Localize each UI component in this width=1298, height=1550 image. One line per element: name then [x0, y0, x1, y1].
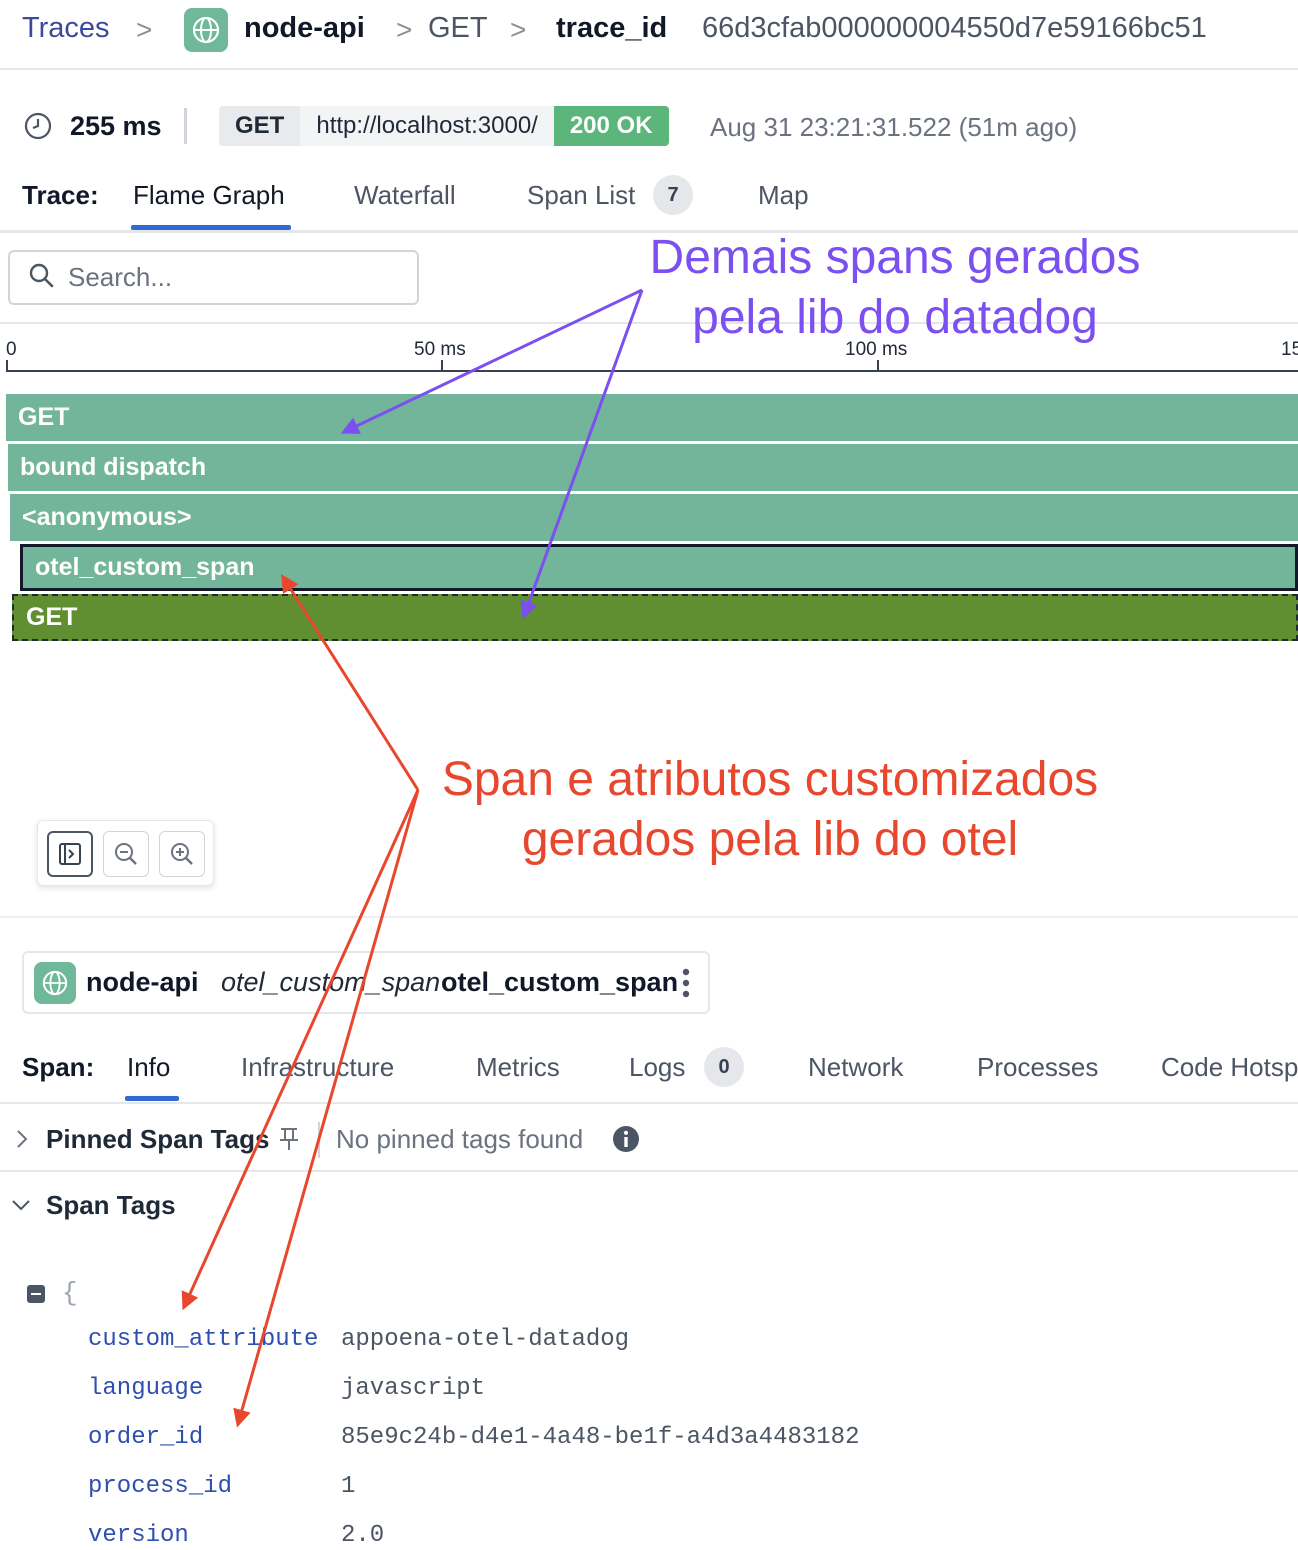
span-bar-get[interactable]: GET — [6, 394, 1298, 441]
divider — [0, 1170, 1298, 1172]
active-tab-indicator — [125, 1096, 179, 1101]
span-operation-name: otel_custom_span — [441, 967, 679, 997]
clock-icon — [24, 112, 52, 145]
tag-value[interactable]: appoena-otel-datadog — [341, 1326, 629, 1353]
breadcrumb-traces-link[interactable]: Traces — [22, 12, 110, 45]
globe-icon — [184, 8, 228, 52]
logs-count-badge: 0 — [704, 1047, 744, 1087]
span-header-card: node-api otel_custom_span otel_custom_sp… — [22, 951, 710, 1014]
span-service-name: node-api — [86, 967, 199, 997]
span-bar-anonymous[interactable]: <anonymous> — [10, 494, 1298, 541]
status-badge: 200 OK — [553, 106, 669, 146]
pin-icon — [278, 1126, 300, 1157]
span-bar-otel-custom-span[interactable]: otel_custom_span — [20, 544, 1298, 591]
breadcrumb-trace-id: 66d3cfab000000004550d7e59166bc51 — [702, 12, 1207, 44]
tab-info[interactable]: Info — [127, 1052, 170, 1083]
request-url: http://localhost:3000/ — [300, 106, 554, 146]
breadcrumb-trace-id-label: trace_id — [556, 12, 668, 44]
tag-value[interactable]: 1 — [341, 1473, 355, 1500]
panel-expand-icon — [59, 843, 81, 865]
chevron-down-icon[interactable] — [10, 1196, 32, 1219]
tab-code-hotspots[interactable]: Code Hotsp — [1161, 1052, 1298, 1083]
tab-span-list[interactable]: Span List — [527, 180, 635, 211]
chevron-right-icon: > — [136, 14, 153, 45]
divider — [184, 108, 187, 144]
timeline-tick-label: 50 ms — [414, 339, 466, 360]
divider — [318, 1122, 320, 1158]
tag-key[interactable]: order_id — [88, 1424, 203, 1451]
timeline-tick-label: 0 — [6, 339, 17, 360]
trace-timestamp: Aug 31 23:21:31.522 (51m ago) — [710, 112, 1078, 142]
tag-value[interactable]: 85e9c24b-d4e1-4a48-be1f-a4d3a4483182 — [341, 1424, 859, 1451]
tag-key[interactable]: custom_attribute — [88, 1326, 318, 1353]
json-open-brace: { — [62, 1278, 78, 1308]
annotation-datadog: Demais spans gerados pela lib do datadog — [630, 228, 1160, 348]
annotation-line: pela lib do datadog — [692, 291, 1098, 344]
zoom-out-button[interactable] — [103, 831, 149, 877]
span-tabs-label: Span: — [22, 1052, 95, 1082]
chevron-right-icon: > — [510, 14, 527, 45]
divider — [0, 916, 1298, 918]
more-options-icon[interactable] — [682, 967, 690, 999]
trace-duration: 255 ms — [70, 111, 162, 141]
chevron-right-icon: > — [396, 14, 413, 45]
tag-key[interactable]: process_id — [88, 1473, 232, 1500]
zoom-in-icon — [171, 843, 193, 865]
pinned-span-tags-title[interactable]: Pinned Span Tags — [46, 1124, 269, 1155]
annotation-line: Demais spans gerados — [649, 231, 1141, 284]
span-resource: otel_custom_span — [221, 967, 441, 997]
tag-key[interactable]: language — [88, 1375, 203, 1402]
span-bar-bound-dispatch[interactable]: bound dispatch — [8, 444, 1298, 491]
tab-infrastructure[interactable]: Infrastructure — [241, 1052, 394, 1083]
tab-processes[interactable]: Processes — [977, 1052, 1098, 1083]
collapse-json-icon[interactable] — [27, 1285, 45, 1303]
breadcrumb-method[interactable]: GET — [428, 12, 488, 45]
tab-map[interactable]: Map — [758, 180, 809, 211]
trace-tabs-label: Trace: — [22, 180, 99, 210]
annotation-line: Span e atributos customizados — [441, 753, 1099, 806]
info-icon[interactable] — [612, 1125, 640, 1158]
tab-waterfall[interactable]: Waterfall — [354, 180, 456, 211]
annotation-arrow — [181, 789, 420, 1311]
timeline-tick-label: 15 — [1281, 339, 1298, 360]
tab-flame-graph[interactable]: Flame Graph — [133, 180, 285, 211]
request-method: GET — [219, 106, 301, 146]
breadcrumb-service[interactable]: node-api — [244, 12, 365, 45]
tab-logs[interactable]: Logs — [629, 1052, 685, 1083]
chevron-right-icon[interactable] — [14, 1128, 30, 1155]
annotation-line: gerados pela lib do otel — [521, 813, 1019, 866]
expand-panel-button[interactable] — [47, 831, 93, 877]
tag-value[interactable]: 2.0 — [341, 1522, 384, 1549]
pinned-empty-text: No pinned tags found — [336, 1124, 584, 1154]
zoom-toolbar — [37, 820, 214, 886]
tab-network[interactable]: Network — [808, 1052, 903, 1083]
annotation-otel: Span e atributos customizados gerados pe… — [424, 750, 1116, 870]
zoom-out-icon — [115, 843, 137, 865]
search-box[interactable] — [8, 250, 419, 305]
request-pill: GET http://localhost:3000/ 200 OK — [219, 106, 669, 146]
zoom-in-button[interactable] — [159, 831, 205, 877]
divider — [0, 1102, 1298, 1104]
span-tags-title[interactable]: Span Tags — [46, 1190, 176, 1221]
span-list-count-badge: 7 — [653, 175, 693, 215]
tab-metrics[interactable]: Metrics — [476, 1052, 560, 1083]
tag-value[interactable]: javascript — [341, 1375, 485, 1402]
search-input[interactable] — [68, 262, 388, 293]
divider — [0, 68, 1298, 70]
globe-icon — [34, 962, 76, 1004]
search-icon — [28, 262, 54, 293]
tag-key[interactable]: version — [88, 1522, 189, 1549]
timeline-axis — [6, 370, 1298, 372]
span-bar-get-child[interactable]: GET — [12, 594, 1298, 641]
